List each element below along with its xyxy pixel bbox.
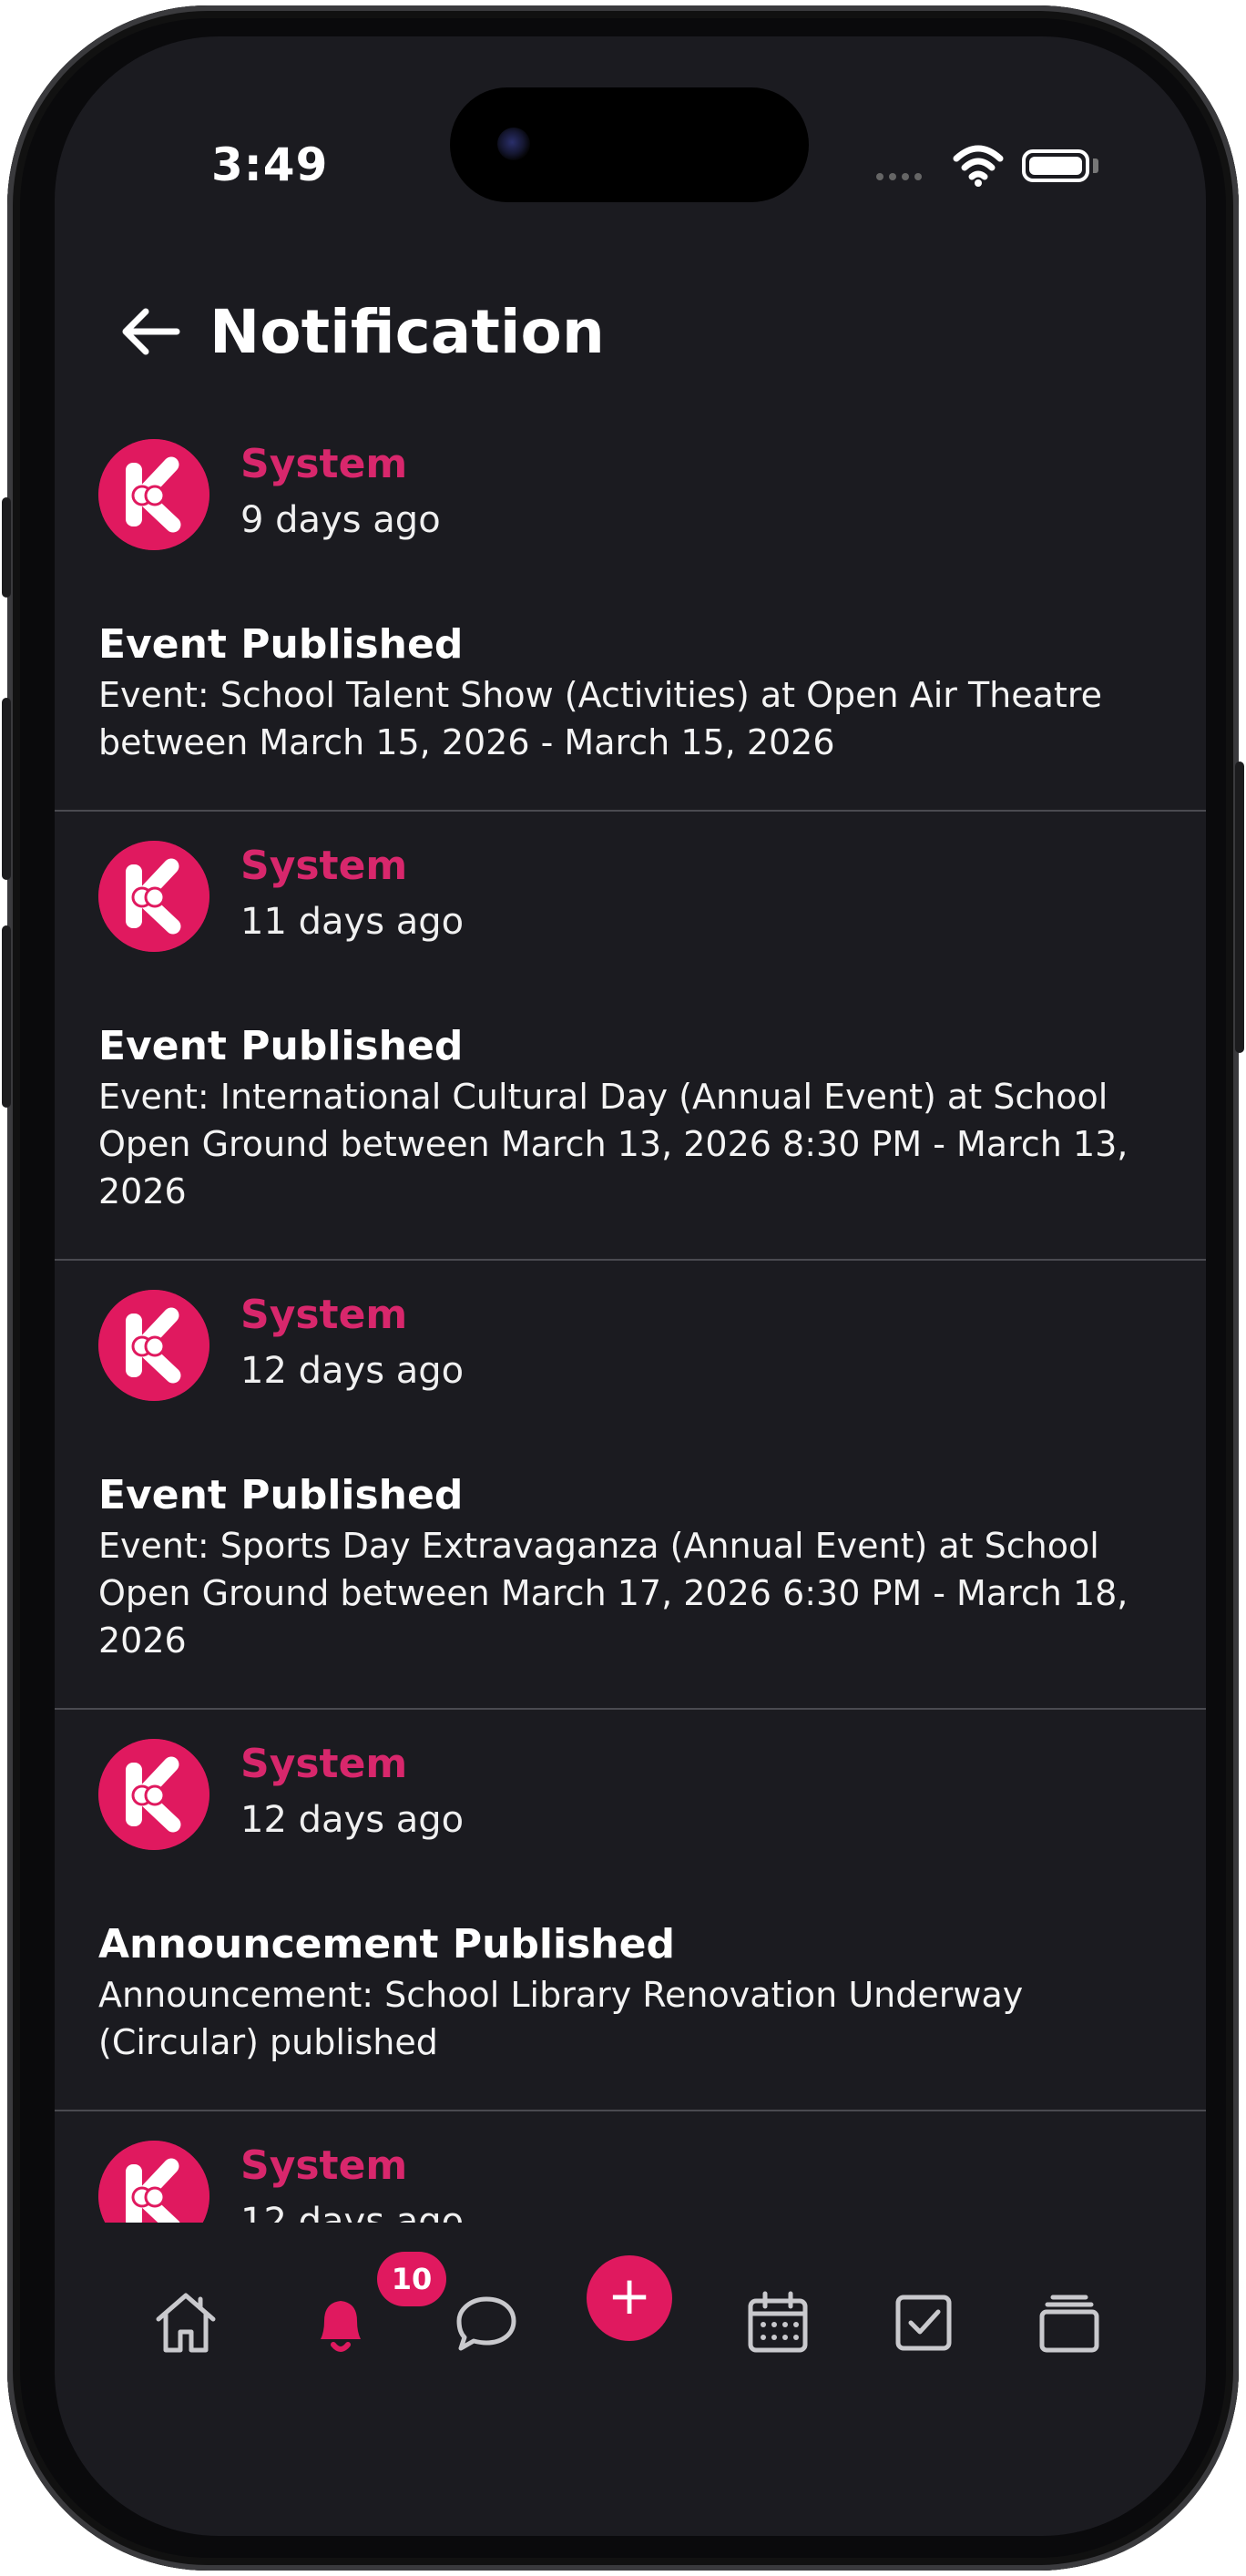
notification-sender: System xyxy=(240,843,408,889)
app-logo-avatar xyxy=(98,1290,209,1401)
app-logo-avatar xyxy=(98,1739,209,1850)
page-title: Notification xyxy=(209,297,605,367)
notification-count-badge: 10 xyxy=(377,2252,446,2306)
status-time: 3:49 xyxy=(211,138,329,191)
app-screen: 3:49 Notification System 9 days ago Even… xyxy=(55,36,1206,2536)
notification-body: Announcement: School Library Renovation … xyxy=(98,1975,1024,2062)
calendar-icon[interactable] xyxy=(741,2286,814,2359)
battery-icon xyxy=(1022,149,1089,182)
notification-body: Event: School Talent Show (Activities) a… xyxy=(98,675,1102,762)
notification-time: 12 days ago xyxy=(240,1799,465,1841)
bell-icon[interactable] xyxy=(304,2286,377,2359)
camera-icon xyxy=(497,128,530,160)
notification-item[interactable]: System 9 days ago Event Published Event:… xyxy=(55,410,1206,812)
back-arrow-icon[interactable] xyxy=(118,304,182,359)
notification-body: Event: International Cultural Day (Annua… xyxy=(98,1077,1129,1211)
volume-up-button xyxy=(2,698,11,880)
notification-sender: System xyxy=(240,441,408,487)
power-button xyxy=(1235,762,1244,1053)
notification-item[interactable]: System 12 days ago xyxy=(55,2111,1206,2223)
stack-icon[interactable] xyxy=(1033,2286,1106,2359)
notification-item[interactable]: System 12 days ago Announcement Publishe… xyxy=(55,1710,1206,2111)
battery-tip xyxy=(1093,158,1098,173)
notification-time: 12 days ago xyxy=(240,1350,465,1392)
checkbox-icon[interactable] xyxy=(887,2286,960,2359)
notification-time: 12 days ago xyxy=(240,2201,465,2223)
app-logo-avatar xyxy=(98,841,209,952)
notification-title: Event Published xyxy=(98,1472,464,1518)
bottom-tab-bar: 10 + xyxy=(55,2252,1206,2469)
notification-title: Event Published xyxy=(98,621,464,668)
page-header: Notification xyxy=(55,264,1206,410)
notification-time: 9 days ago xyxy=(240,499,441,541)
notification-title: Event Published xyxy=(98,1023,464,1069)
app-logo-avatar xyxy=(98,2141,209,2223)
notification-body: Event: Sports Day Extravaganza (Annual E… xyxy=(98,1526,1129,1661)
cellular-signal-icon xyxy=(876,173,931,182)
wifi-icon xyxy=(953,145,1004,187)
notification-list[interactable]: System 9 days ago Event Published Event:… xyxy=(55,410,1206,2223)
app-logo-avatar xyxy=(98,439,209,550)
notification-sender: System xyxy=(240,1292,408,1338)
notification-item[interactable]: System 12 days ago Event Published Event… xyxy=(55,1261,1206,1710)
notification-sender: System xyxy=(240,2142,408,2189)
dynamic-island xyxy=(450,87,809,202)
notification-time: 11 days ago xyxy=(240,901,465,943)
action-button xyxy=(2,497,11,598)
notification-item[interactable]: System 11 days ago Event Published Event… xyxy=(55,812,1206,1261)
notification-sender: System xyxy=(240,1741,408,1787)
home-icon[interactable] xyxy=(149,2286,222,2359)
volume-down-button xyxy=(2,925,11,1108)
device-frame: 3:49 Notification System 9 days ago Even… xyxy=(2,5,1244,2571)
add-button[interactable]: + xyxy=(587,2255,672,2341)
notification-title: Announcement Published xyxy=(98,1921,675,1968)
chat-icon[interactable] xyxy=(450,2286,523,2359)
